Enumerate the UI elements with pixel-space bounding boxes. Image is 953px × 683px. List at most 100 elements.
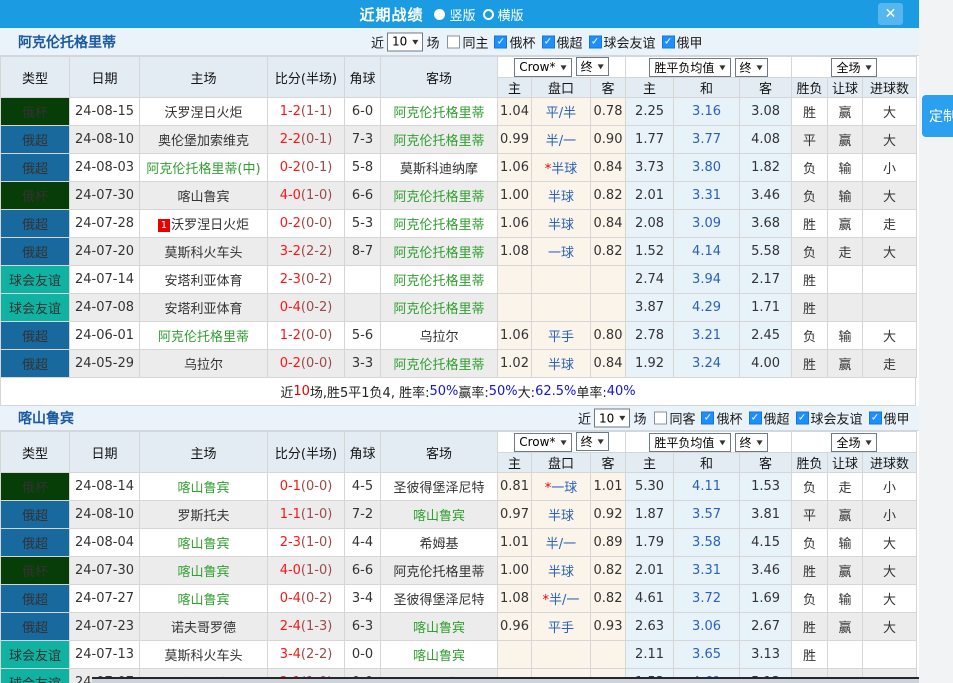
match-row: 俄超24-07-20莫斯科火车头3-2(2-2)8-7阿克伦托格里蒂1.08一球…	[1, 238, 917, 266]
result-win-draw-loss: 胜	[792, 98, 828, 126]
home-team-name[interactable]: 莫斯科火车头	[164, 246, 242, 261]
away-team-cell: 阿克伦托格里蒂	[381, 238, 498, 266]
home-team-name[interactable]: 罗斯托夫	[177, 509, 229, 524]
result-goals	[863, 641, 917, 669]
league-checkbox[interactable]: ✓	[542, 35, 555, 48]
away-team-name[interactable]: 阿克伦托格里蒂	[393, 218, 484, 233]
handicap-text: 半球	[551, 162, 577, 177]
away-team-name[interactable]: 乌拉尔	[419, 330, 458, 345]
away-team-name[interactable]: 喀山鲁宾	[413, 621, 465, 636]
asia-odds-header-select-1[interactable]: 终▼	[576, 57, 609, 76]
handicap-text: 半球	[548, 509, 574, 524]
layout-radio-vertical[interactable]: 竖版	[434, 5, 475, 24]
match-count-select[interactable]: 10▼	[594, 409, 630, 428]
handicap-text: 平/半	[546, 106, 576, 121]
asia-away-odds	[591, 641, 626, 669]
same-venue-checkbox[interactable]	[447, 35, 460, 48]
home-team-name[interactable]: 喀山鲁宾	[177, 537, 229, 552]
league-checkbox[interactable]: ✓	[662, 35, 675, 48]
asia-odds-header-select-0[interactable]: Crow*▼	[514, 433, 571, 452]
home-team-name[interactable]: 莫斯科火车头	[164, 649, 242, 664]
asia-odds-header-select-0[interactable]: Crow*▼	[514, 58, 571, 77]
home-team-name[interactable]: 安塔利亚体育	[164, 274, 242, 289]
home-team-cell: 喀山鲁宾	[140, 529, 268, 557]
away-team-name[interactable]: 圣彼得堡泽尼特	[393, 593, 484, 608]
score-cell: 2-3(1-0)	[268, 529, 345, 557]
home-team-name[interactable]: 安塔利亚体育	[164, 302, 242, 317]
euro-odds-header-select-1[interactable]: 终▼	[735, 58, 768, 77]
asia-handicap: *半/一	[532, 585, 591, 613]
home-team-name[interactable]: 沃罗涅日火炬	[164, 106, 242, 121]
home-team-name[interactable]: 喀山鲁宾	[177, 565, 229, 580]
away-team-name[interactable]: 莫斯科迪纳摩	[400, 162, 478, 177]
league-checkbox[interactable]: ✓	[796, 412, 809, 425]
away-team-cell: 希姆基	[381, 529, 498, 557]
result-scope-header-select-0[interactable]: 全场▼	[831, 58, 876, 77]
away-team-name[interactable]: 阿克伦托格里蒂	[393, 106, 484, 121]
full-time-score: 2-3	[280, 272, 301, 287]
result-scope-header-select-0[interactable]: 全场▼	[831, 433, 876, 452]
full-time-score: 4-0	[280, 188, 301, 203]
result-goals: 走	[863, 350, 917, 378]
league-checkbox[interactable]: ✓	[869, 412, 882, 425]
corner-count: 6-0	[345, 98, 381, 126]
asia-odds-header-select-1[interactable]: 终▼	[576, 432, 609, 451]
section-header: 喀山鲁宾近10▼场同客✓俄杯✓俄超✓球会友谊✓俄甲	[0, 406, 919, 431]
away-team-name[interactable]: 阿克伦托格里蒂	[393, 302, 484, 317]
home-team-name[interactable]: 喀山鲁宾	[177, 593, 229, 608]
away-team-name[interactable]: 阿克伦托格里蒂	[393, 565, 484, 580]
league-checkbox[interactable]: ✓	[749, 412, 762, 425]
home-team-name[interactable]: 喀山鲁宾	[177, 481, 229, 496]
away-team-name[interactable]: 阿克伦托格里蒂	[393, 246, 484, 261]
home-team-cell: 1沃罗涅日火炬	[140, 210, 268, 238]
half-time-score: (0-0)	[301, 216, 332, 231]
close-button[interactable]: ✕	[878, 3, 903, 25]
home-team-name[interactable]: 喀山鲁宾	[177, 190, 229, 205]
same-venue-checkbox[interactable]	[654, 412, 667, 425]
home-team-name[interactable]: 乌拉尔	[184, 358, 223, 373]
dialog-title: 近期战绩	[359, 4, 423, 25]
home-team-name[interactable]: 沃罗涅日火炬	[171, 218, 249, 233]
corner-count: 6-3	[345, 613, 381, 641]
match-date: 24-08-15	[70, 98, 140, 126]
league-checkbox[interactable]: ✓	[589, 35, 602, 48]
league-checkbox[interactable]: ✓	[701, 412, 714, 425]
away-team-name[interactable]: 阿克伦托格里蒂	[393, 358, 484, 373]
away-team-name[interactable]: 喀山鲁宾	[413, 649, 465, 664]
euro-away-odds: 1.71	[740, 294, 792, 322]
euro-odds-header-select-1[interactable]: 终▼	[735, 433, 768, 452]
euro-home-odds: 2.25	[626, 98, 674, 126]
result-handicap: 输	[828, 182, 863, 210]
euro-odds-header-select-0[interactable]: 胜平负均值▼	[649, 433, 730, 452]
layout-radio-horizontal[interactable]: 横版	[483, 5, 524, 24]
away-team-name[interactable]: 希姆基	[419, 537, 458, 552]
chevron-down-icon: ▼	[757, 63, 763, 70]
result-win-draw-loss: 负	[792, 182, 828, 210]
home-team-name[interactable]: 奥伦堡加索维克	[158, 134, 249, 149]
handicap-text: 平手	[548, 330, 574, 345]
asia-away-odds: 1.01	[591, 473, 626, 501]
away-team-name[interactable]: 喀山鲁宾	[413, 509, 465, 524]
home-team-name[interactable]: 阿克伦托格里蒂	[158, 330, 249, 345]
customize-button[interactable]: 定制	[922, 95, 953, 137]
asia-away-odds: 0.92	[591, 501, 626, 529]
home-team-name[interactable]: 阿克伦托格里蒂(中)	[146, 162, 260, 177]
summary-part: 大:	[518, 382, 535, 401]
league-checkbox[interactable]: ✓	[494, 35, 507, 48]
result-goals: 小	[863, 501, 917, 529]
euro-away-odds: 3.81	[740, 501, 792, 529]
radio-selected-icon	[434, 9, 445, 20]
half-time-score: (1-0)	[301, 188, 332, 203]
away-team-name[interactable]: 阿克伦托格里蒂	[393, 134, 484, 149]
away-team-name[interactable]: 圣彼得堡泽尼特	[393, 481, 484, 496]
away-team-name[interactable]: 阿克伦托格里蒂	[393, 274, 484, 289]
league-label: 俄杯	[509, 32, 535, 51]
euro-odds-header-select-0[interactable]: 胜平负均值▼	[649, 58, 730, 77]
column-header: 类型	[1, 432, 70, 473]
asia-handicap	[532, 266, 591, 294]
league-badge: 俄超	[1, 350, 70, 378]
chevron-down-icon: ▼	[719, 438, 725, 445]
away-team-name[interactable]: 阿克伦托格里蒂	[393, 190, 484, 205]
home-team-name[interactable]: 诺夫哥罗德	[171, 621, 236, 636]
match-count-select[interactable]: 10▼	[387, 32, 423, 51]
